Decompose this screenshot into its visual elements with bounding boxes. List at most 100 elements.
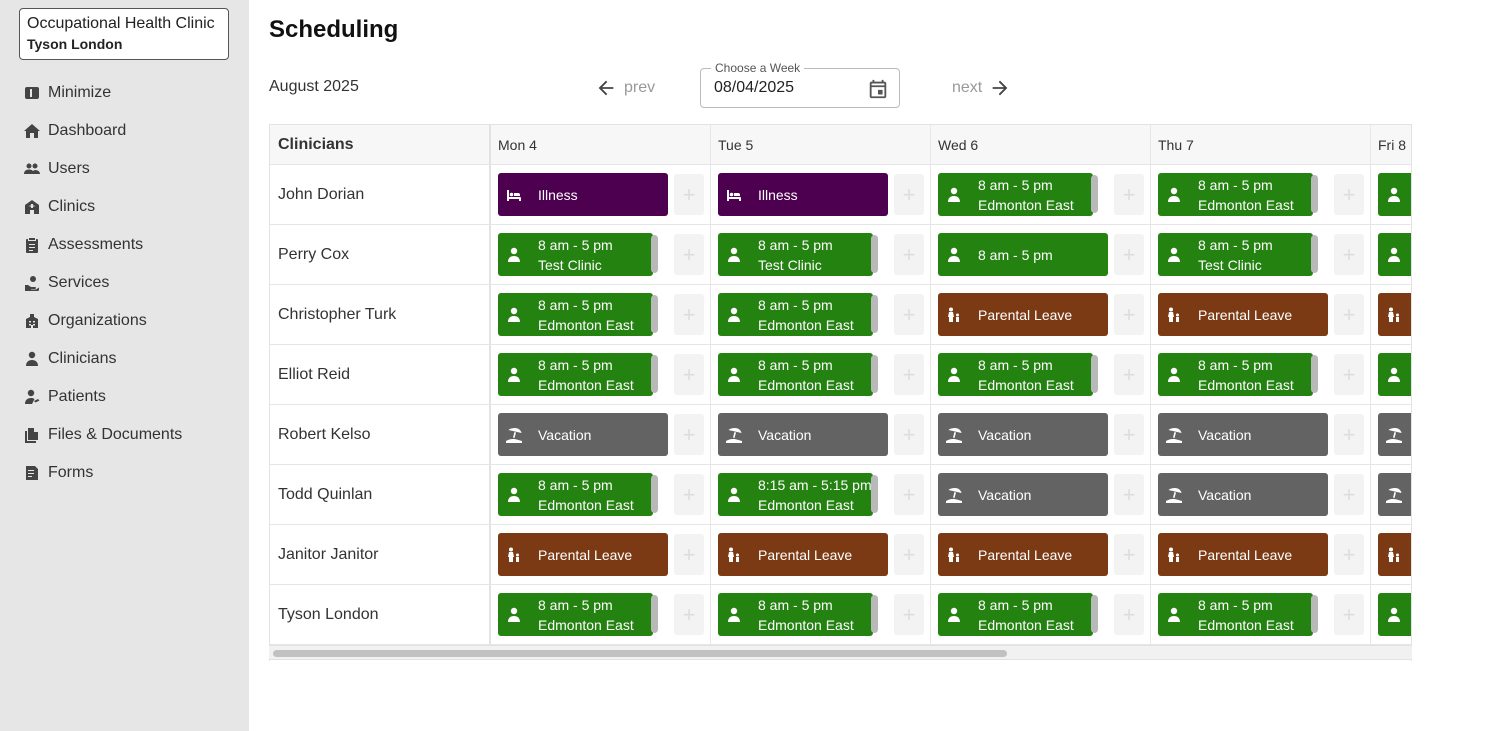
cell-scrollbar[interactable] (871, 595, 878, 633)
add-shift-button[interactable]: + (674, 354, 704, 395)
illness-block[interactable]: Illness (498, 173, 668, 216)
cell-scrollbar[interactable] (871, 235, 878, 273)
sidebar-item-assessments[interactable]: Assessments (0, 226, 249, 264)
add-shift-button[interactable]: + (674, 414, 704, 455)
cell-scrollbar[interactable] (651, 475, 658, 513)
cell-scrollbar[interactable] (651, 295, 658, 333)
shift-block[interactable]: 8 am - 5 pm Edmonton East (498, 473, 653, 516)
add-shift-button[interactable]: + (674, 234, 704, 275)
vacation-block[interactable] (1378, 413, 1411, 456)
sidebar-item-dashboard[interactable]: Dashboard (0, 112, 249, 150)
next-week-button[interactable]: next (952, 76, 1011, 100)
shift-block[interactable]: 8 am - 5 pm Edmonton East (1158, 173, 1313, 216)
add-shift-button[interactable]: + (1334, 234, 1364, 275)
prev-week-button[interactable]: prev (595, 76, 655, 100)
add-shift-button[interactable]: + (674, 474, 704, 515)
add-shift-button[interactable]: + (894, 294, 924, 335)
sidebar-item-users[interactable]: Users (0, 150, 249, 188)
shift-block[interactable]: 8 am - 5 pm Test Clinic (1158, 233, 1313, 276)
parental-leave-block[interactable]: Parental Leave (938, 533, 1108, 576)
add-shift-button[interactable]: + (674, 294, 704, 335)
add-shift-button[interactable]: + (1334, 534, 1364, 575)
shift-block[interactable]: 8 am - 5 pm (938, 233, 1108, 276)
shift-block[interactable] (1378, 353, 1411, 396)
shift-block[interactable]: 8 am - 5 pm Edmonton East (938, 593, 1093, 636)
sidebar-item-services[interactable]: Services (0, 264, 249, 302)
illness-block[interactable]: Illness (718, 173, 888, 216)
shift-block[interactable]: 8:15 am - 5:15 pm Edmonton East (718, 473, 873, 516)
add-shift-button[interactable]: + (1334, 174, 1364, 215)
sidebar-item-organizations[interactable]: Organizations (0, 302, 249, 340)
cell-scrollbar[interactable] (871, 475, 878, 513)
parental-leave-block[interactable] (1378, 533, 1411, 576)
shift-block[interactable]: 8 am - 5 pm Test Clinic (718, 233, 873, 276)
shift-block[interactable] (1378, 173, 1411, 216)
parental-leave-block[interactable]: Parental Leave (718, 533, 888, 576)
cell-scrollbar[interactable] (1311, 175, 1318, 213)
add-shift-button[interactable]: + (894, 474, 924, 515)
add-shift-button[interactable]: + (1114, 174, 1144, 215)
shift-block[interactable]: 8 am - 5 pm Edmonton East (718, 593, 873, 636)
parental-leave-block[interactable] (1378, 293, 1411, 336)
add-shift-button[interactable]: + (1334, 414, 1364, 455)
week-picker[interactable]: Choose a Week (700, 60, 900, 108)
shift-block[interactable]: 8 am - 5 pm Edmonton East (938, 353, 1093, 396)
add-shift-button[interactable]: + (1114, 594, 1144, 635)
sidebar-item-clinics[interactable]: Clinics (0, 188, 249, 226)
calendar-icon[interactable] (867, 78, 889, 100)
shift-block[interactable]: 8 am - 5 pm Edmonton East (718, 293, 873, 336)
add-shift-button[interactable]: + (1114, 234, 1144, 275)
shift-block[interactable]: 8 am - 5 pm Edmonton East (718, 353, 873, 396)
parental-leave-block[interactable]: Parental Leave (938, 293, 1108, 336)
cell-scrollbar[interactable] (1311, 595, 1318, 633)
cell-scrollbar[interactable] (651, 355, 658, 393)
sidebar-item-patients[interactable]: Patients (0, 378, 249, 416)
add-shift-button[interactable]: + (1114, 414, 1144, 455)
cell-scrollbar[interactable] (871, 295, 878, 333)
sidebar-item-minimize[interactable]: Minimize (0, 74, 249, 112)
add-shift-button[interactable]: + (674, 594, 704, 635)
vacation-block[interactable]: Vacation (498, 413, 668, 456)
add-shift-button[interactable]: + (894, 234, 924, 275)
vacation-block[interactable]: Vacation (938, 473, 1108, 516)
add-shift-button[interactable]: + (1114, 534, 1144, 575)
add-shift-button[interactable]: + (1334, 594, 1364, 635)
cell-scrollbar[interactable] (651, 235, 658, 273)
parental-leave-block[interactable]: Parental Leave (1158, 533, 1328, 576)
shift-block[interactable]: 8 am - 5 pm Edmonton East (498, 293, 653, 336)
horizontal-scrollbar[interactable] (269, 645, 1412, 660)
shift-block[interactable]: 8 am - 5 pm Edmonton East (1158, 593, 1313, 636)
parental-leave-block[interactable]: Parental Leave (498, 533, 668, 576)
add-shift-button[interactable]: + (1334, 354, 1364, 395)
cell-scrollbar[interactable] (1311, 355, 1318, 393)
add-shift-button[interactable]: + (894, 414, 924, 455)
add-shift-button[interactable]: + (1114, 474, 1144, 515)
horizontal-scrollbar-thumb[interactable] (273, 650, 1007, 657)
vacation-block[interactable]: Vacation (938, 413, 1108, 456)
shift-block[interactable] (1378, 593, 1411, 636)
vacation-block[interactable] (1378, 473, 1411, 516)
shift-block[interactable]: 8 am - 5 pm Edmonton East (498, 593, 653, 636)
add-shift-button[interactable]: + (674, 534, 704, 575)
add-shift-button[interactable]: + (894, 594, 924, 635)
add-shift-button[interactable]: + (674, 174, 704, 215)
parental-leave-block[interactable]: Parental Leave (1158, 293, 1328, 336)
add-shift-button[interactable]: + (894, 534, 924, 575)
cell-scrollbar[interactable] (1091, 595, 1098, 633)
vacation-block[interactable]: Vacation (718, 413, 888, 456)
week-input[interactable] (714, 79, 854, 97)
shift-block[interactable] (1378, 233, 1411, 276)
cell-scrollbar[interactable] (1091, 355, 1098, 393)
sidebar-item-forms[interactable]: Forms (0, 454, 249, 492)
cell-scrollbar[interactable] (1091, 175, 1098, 213)
shift-block[interactable]: 8 am - 5 pm Edmonton East (1158, 353, 1313, 396)
add-shift-button[interactable]: + (1114, 294, 1144, 335)
add-shift-button[interactable]: + (894, 354, 924, 395)
org-switcher[interactable]: Occupational Health Clinic Tyson London (19, 8, 229, 60)
sidebar-item-clinicians[interactable]: Clinicians (0, 340, 249, 378)
vacation-block[interactable]: Vacation (1158, 473, 1328, 516)
add-shift-button[interactable]: + (1334, 474, 1364, 515)
add-shift-button[interactable]: + (1114, 354, 1144, 395)
shift-block[interactable]: 8 am - 5 pm Edmonton East (938, 173, 1093, 216)
add-shift-button[interactable]: + (1334, 294, 1364, 335)
